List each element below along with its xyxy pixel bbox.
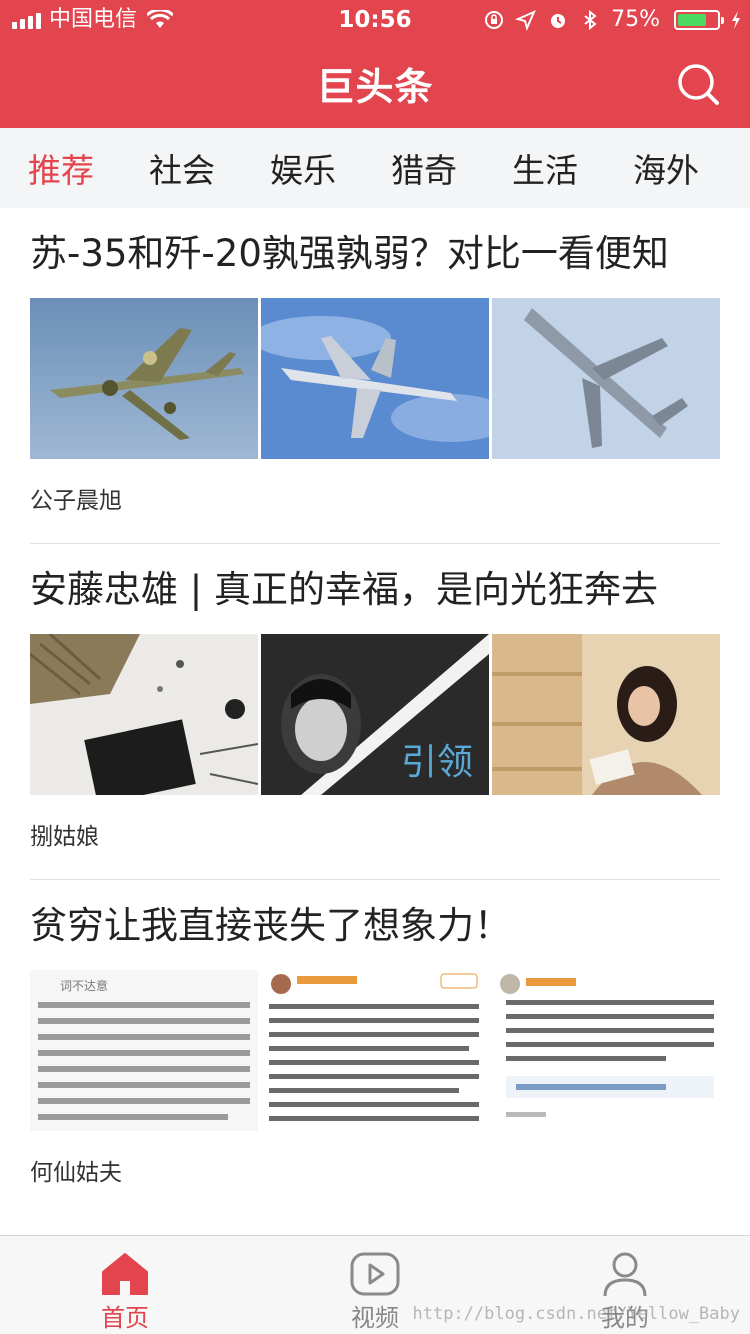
text-screenshot-image[interactable]: 词不达意: [30, 970, 258, 1131]
fighter-jet-formation-image[interactable]: [261, 298, 489, 459]
news-feed: 苏-35和歼-20孰强孰弱？对比一看便知 公子晨旭 安藤忠雄 | 真正的幸福，是…: [0, 208, 750, 1235]
article-images: 词不达意: [30, 970, 720, 1131]
flatlay-still-life-image[interactable]: [30, 634, 258, 795]
article-author: 公子晨旭: [30, 488, 122, 514]
camouflage-fighter-jet-image[interactable]: [30, 298, 258, 459]
article-author: 何仙姑夫: [30, 1160, 122, 1186]
tabbar-label: 首页: [101, 1304, 149, 1332]
app-root: 中国电信 10:56 75% 巨头条 推荐 社会 娱乐 猎奇 生活 海外 苏-3…: [0, 0, 750, 1334]
user-icon: [603, 1252, 647, 1297]
status-right: 75%: [483, 0, 742, 40]
tabbar-item-home[interactable]: 首页: [0, 1236, 250, 1334]
watermark-text: http://blog.csdn.net/Yellow_Baby: [412, 1304, 740, 1324]
screenshot-heading: 词不达意: [60, 978, 108, 993]
charging-icon: [732, 11, 740, 29]
app-header: 中国电信 10:56 75% 巨头条: [0, 0, 750, 128]
woman-reading-image[interactable]: [492, 634, 720, 795]
article-card[interactable]: 苏-35和歼-20孰强孰弱？对比一看便知 公子晨旭: [0, 208, 750, 543]
app-title: 巨头条: [316, 65, 434, 109]
article-title[interactable]: 安藤忠雄 | 真正的幸福，是向光狂奔去: [30, 568, 720, 612]
bluetooth-icon: [584, 9, 597, 31]
article-title[interactable]: 贫穷让我直接丧失了想象力！: [30, 904, 720, 948]
bottom-tab-bar: 首页 视频 我的 http://blog.csdn.net/Yellow_Bab…: [0, 1235, 750, 1334]
battery-icon: [674, 10, 724, 30]
tab-life[interactable]: 生活: [484, 144, 605, 192]
poster-caption: 引领: [401, 742, 473, 783]
battery-percent: 75%: [611, 7, 660, 32]
article-card[interactable]: 贫穷让我直接丧失了想象力！ 词不达意 何仙姑夫: [0, 880, 750, 1215]
location-icon: [515, 10, 537, 31]
article-images: 引领: [30, 634, 720, 795]
fighter-jet-climbing-image[interactable]: [492, 298, 720, 459]
tab-curiosity[interactable]: 猎奇: [363, 144, 484, 192]
article-title[interactable]: 苏-35和歼-20孰强孰弱？对比一看便知: [30, 232, 720, 276]
article-author: 捌姑娘: [30, 824, 99, 850]
article-card[interactable]: 安藤忠雄 | 真正的幸福，是向光狂奔去 引领 捌姑娘: [0, 544, 750, 879]
channel-tabs: 推荐 社会 娱乐 猎奇 生活 海外: [0, 128, 750, 208]
status-bar: 中国电信 10:56 75%: [0, 0, 750, 40]
home-icon: [102, 1253, 148, 1295]
tab-recommend[interactable]: 推荐: [0, 144, 121, 192]
alarm-icon: [551, 14, 566, 28]
tab-entertainment[interactable]: 娱乐: [242, 144, 363, 192]
battery-fill: [678, 14, 706, 26]
search-icon[interactable]: [676, 62, 720, 106]
article-images: [30, 298, 720, 459]
tab-overseas[interactable]: 海外: [605, 144, 726, 192]
lock-rotation-icon: [485, 11, 504, 29]
tab-society[interactable]: 社会: [121, 144, 242, 192]
social-post-screenshot-image[interactable]: [492, 970, 720, 1131]
portrait-poster-image[interactable]: 引领: [261, 634, 489, 795]
play-icon: [350, 1252, 400, 1296]
social-post-screenshot-image[interactable]: [261, 970, 489, 1131]
